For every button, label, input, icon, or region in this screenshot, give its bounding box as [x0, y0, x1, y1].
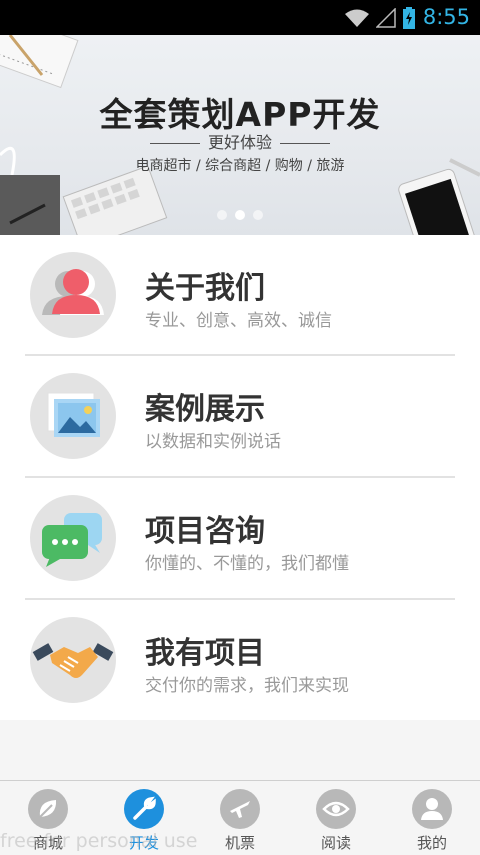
handshake-icon [30, 617, 116, 703]
carousel-dot-active[interactable] [235, 210, 245, 220]
banner-tags: 电商超市 / 综合商超 / 购物 / 旅游 [135, 158, 345, 174]
promo-banner[interactable]: 全套策划APP开发 更好体验 电商超市 / 综合商超 / 购物 / 旅游 [0, 35, 480, 235]
item-title: 案例展示 [145, 392, 265, 427]
carousel-dot[interactable] [253, 210, 263, 220]
signal-icon [376, 8, 396, 28]
banner-subtitle: 更好体验 [0, 129, 480, 153]
tab-reading[interactable]: 阅读 [288, 781, 384, 855]
tab-flights[interactable]: 机票 [192, 781, 288, 855]
carousel-indicator [217, 210, 263, 220]
tab-mall[interactable]: 商城 [0, 781, 96, 855]
battery-icon [403, 7, 415, 29]
item-desc: 专业、创意、高效、诚信 [145, 311, 332, 331]
clock: 8:55 [422, 5, 470, 29]
wrench-icon [124, 789, 164, 829]
menu-list: 关于我们 专业、创意、高效、诚信 案例展示 以数据和实例说话 项目咨询 你懂的、… [0, 235, 480, 720]
picture-icon [30, 373, 116, 459]
tab-label: 我的 [416, 834, 447, 852]
status-bar: 8:55 [0, 0, 480, 35]
list-item-project[interactable]: 我有项目 交付你的需求，我们来实现 [0, 600, 480, 720]
tab-mine[interactable]: 我的 [384, 781, 480, 855]
tab-label: 机票 [224, 834, 255, 852]
list-item-about[interactable]: 关于我们 专业、创意、高效、诚信 [0, 235, 480, 355]
bottom-tab-bar: 商城 开发 机票 阅读 我的 [0, 780, 480, 855]
item-desc: 交付你的需求，我们来实现 [145, 676, 349, 696]
user-icon [30, 252, 116, 338]
tab-develop[interactable]: 开发 [96, 781, 192, 855]
item-title: 项目咨询 [145, 514, 265, 549]
wifi-icon [345, 9, 369, 27]
item-title: 关于我们 [145, 271, 265, 306]
airplane-icon [220, 789, 260, 829]
item-title: 我有项目 [145, 636, 265, 671]
status-icons [344, 7, 416, 29]
leaf-icon [28, 789, 68, 829]
list-item-consult[interactable]: 项目咨询 你懂的、不懂的，我们都懂 [0, 478, 480, 598]
list-item-cases[interactable]: 案例展示 以数据和实例说话 [0, 356, 480, 476]
tab-label: 商城 [32, 834, 63, 852]
chat-icon [30, 495, 116, 581]
tab-label: 阅读 [320, 834, 351, 852]
person-icon [412, 789, 452, 829]
eye-icon [316, 789, 356, 829]
tab-label: 开发 [128, 834, 159, 852]
carousel-dot[interactable] [217, 210, 227, 220]
item-desc: 你懂的、不懂的，我们都懂 [145, 554, 349, 574]
item-desc: 以数据和实例说话 [145, 432, 281, 452]
